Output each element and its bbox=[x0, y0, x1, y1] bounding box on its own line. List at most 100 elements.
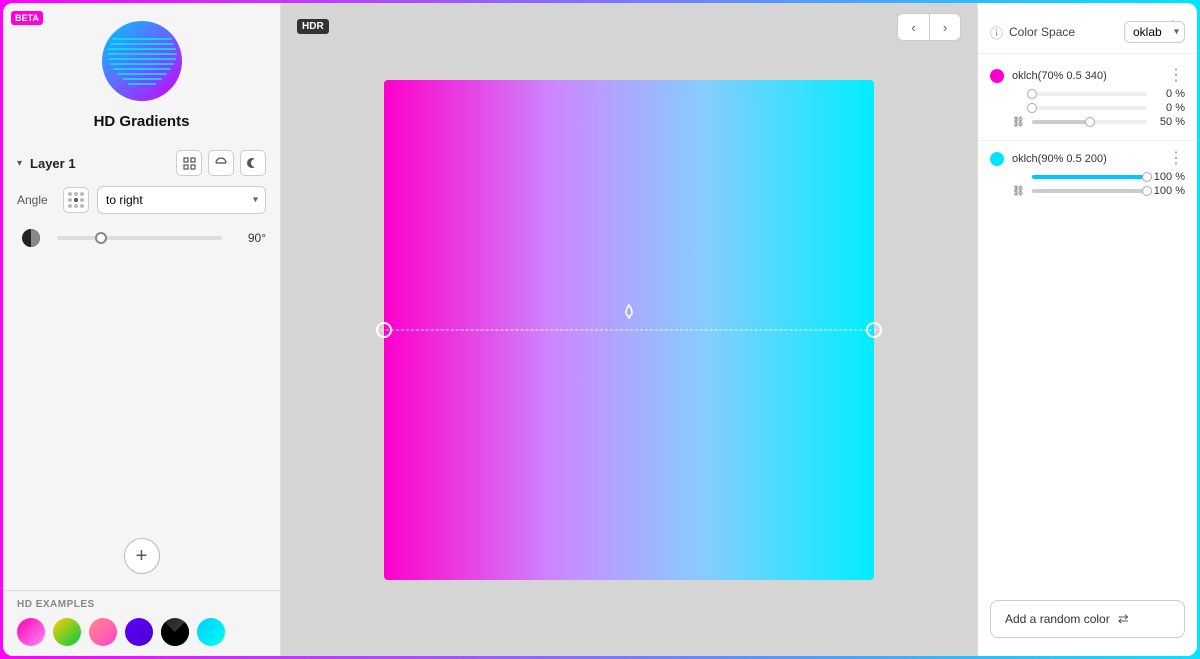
color-stop-1-value-1: 0 % bbox=[1153, 88, 1185, 100]
example-swatch-5[interactable] bbox=[161, 618, 189, 646]
layer-header: ▾ Layer 1 bbox=[17, 150, 266, 176]
color-stop-1-slider-1[interactable] bbox=[1032, 92, 1147, 96]
angle-label: Angle bbox=[17, 193, 55, 207]
angle-dot-grid[interactable] bbox=[63, 187, 89, 213]
example-swatch-4[interactable] bbox=[125, 618, 153, 646]
layer-icon-group bbox=[176, 150, 266, 176]
example-swatch-6[interactable] bbox=[197, 618, 225, 646]
color-stop-1-slider-3[interactable] bbox=[1032, 120, 1147, 124]
gradient-stop-right[interactable] bbox=[866, 322, 882, 338]
layer-half-circle-icon-btn[interactable] bbox=[208, 150, 234, 176]
angle-row: Angle to right bbox=[17, 186, 266, 214]
hd-examples-label: HD EXAMPLES bbox=[17, 599, 266, 610]
canvas-prev-button[interactable]: ‹ bbox=[897, 13, 929, 41]
color-stop-1: oklch(70% 0.5 340) ⋮ 0 % bbox=[978, 62, 1197, 136]
color-stop-1-slider-3-row: ⛓ 50 % bbox=[990, 116, 1185, 128]
spacer bbox=[978, 205, 1197, 584]
color-stop-2-value-1: 100 % bbox=[1153, 171, 1185, 183]
example-swatch-2[interactable] bbox=[53, 618, 81, 646]
shuffle-icon: ⇄ bbox=[1118, 611, 1129, 627]
logo-line bbox=[122, 78, 162, 80]
example-swatch-1[interactable] bbox=[17, 618, 45, 646]
color-stop-2-label[interactable]: oklch(90% 0.5 200) bbox=[1012, 153, 1160, 165]
dot bbox=[74, 198, 78, 202]
dot bbox=[74, 204, 78, 208]
slider-thumb bbox=[1142, 172, 1152, 182]
color-stop-2-slider-2[interactable] bbox=[1032, 189, 1147, 193]
layer-collapse-icon[interactable]: ▾ bbox=[17, 158, 22, 169]
midpoint-icon bbox=[618, 303, 640, 325]
angle-slider[interactable] bbox=[57, 236, 222, 240]
dot bbox=[80, 204, 84, 208]
dot bbox=[68, 192, 72, 196]
color-stop-2-header: oklch(90% 0.5 200) ⋮ bbox=[990, 151, 1185, 167]
logo-line bbox=[112, 38, 172, 40]
add-random-color-button[interactable]: Add a random color ⇄ bbox=[990, 600, 1185, 638]
dot bbox=[68, 198, 72, 202]
app-logo bbox=[102, 21, 182, 101]
slider-thumb bbox=[1027, 89, 1037, 99]
layer-grid-icon-btn[interactable] bbox=[176, 150, 202, 176]
color-stop-2-value-2: 100 % bbox=[1153, 185, 1185, 197]
right-panel: ⓘ Color Space oklab oklch hsl srgb ▾ okl… bbox=[977, 3, 1197, 656]
color-stop-1-more-button[interactable]: ⋮ bbox=[1168, 68, 1185, 84]
midpoint-handle[interactable] bbox=[618, 303, 640, 330]
app-title: HD Gradients bbox=[94, 113, 190, 130]
angle-value: 90° bbox=[234, 231, 266, 245]
logo-line bbox=[107, 53, 177, 55]
example-swatches bbox=[17, 618, 266, 646]
add-section: + bbox=[3, 268, 280, 590]
logo-line bbox=[108, 58, 176, 60]
color-stop-1-label[interactable]: oklch(70% 0.5 340) bbox=[1012, 70, 1160, 82]
slider-thumb bbox=[1142, 186, 1152, 196]
dot bbox=[68, 204, 72, 208]
canvas-next-button[interactable]: › bbox=[929, 13, 961, 41]
chain-link-icon: ⛓ bbox=[1012, 117, 1026, 128]
color-stop-1-value-2: 0 % bbox=[1153, 102, 1185, 114]
slider-thumb bbox=[1085, 117, 1095, 127]
pie-icon bbox=[20, 227, 42, 249]
hdr-badge: HDR bbox=[297, 19, 329, 34]
logo-line bbox=[117, 73, 167, 75]
color-space-select[interactable]: oklab oklch hsl srgb bbox=[1124, 21, 1185, 43]
slider-thumb bbox=[1027, 103, 1037, 113]
sidebar: BETA HD bbox=[3, 3, 281, 656]
color-stop-1-value-3: 50 % bbox=[1153, 116, 1185, 128]
layer-moon-icon-btn[interactable] bbox=[240, 150, 266, 176]
direction-select[interactable]: to right to left to top to bottom bbox=[97, 186, 266, 214]
canvas-nav-arrows: ‹ › bbox=[897, 13, 961, 41]
color-space-select-wrapper: oklab oklch hsl srgb ▾ bbox=[1124, 21, 1185, 43]
add-layer-button[interactable]: + bbox=[124, 538, 160, 574]
grid-icon bbox=[183, 157, 196, 170]
dot bbox=[80, 198, 84, 202]
info-icon: ⓘ bbox=[990, 23, 1003, 42]
stop-separator bbox=[978, 140, 1197, 141]
chain-link-icon-2: ⛓ bbox=[1012, 186, 1026, 197]
color-stop-1-header: oklch(70% 0.5 340) ⋮ bbox=[990, 68, 1185, 84]
color-stop-1-dot bbox=[990, 69, 1004, 83]
logo-line bbox=[108, 48, 176, 50]
color-stop-2-dot bbox=[990, 152, 1004, 166]
logo-line bbox=[110, 43, 174, 45]
logo-line bbox=[128, 83, 156, 85]
color-stop-1-slider-2[interactable] bbox=[1032, 106, 1147, 110]
gradient-stop-left[interactable] bbox=[376, 322, 392, 338]
color-stop-2-slider-2-row: ⛓ 100 % bbox=[990, 185, 1185, 197]
dot bbox=[80, 192, 84, 196]
logo-area: HD Gradients bbox=[3, 3, 280, 140]
slider-fill bbox=[1032, 120, 1090, 124]
main-canvas: HDR ‹ › bbox=[281, 3, 977, 656]
beta-badge: BETA bbox=[11, 11, 43, 25]
angle-slider-row: 90° bbox=[17, 224, 266, 252]
color-stop-2-more-button[interactable]: ⋮ bbox=[1168, 151, 1185, 167]
color-stop-2-slider-1[interactable] bbox=[1032, 175, 1147, 179]
slider-fill-cyan bbox=[1032, 175, 1147, 179]
logo-line bbox=[113, 68, 171, 70]
example-swatch-3[interactable] bbox=[89, 618, 117, 646]
color-space-label: Color Space bbox=[1009, 25, 1118, 39]
color-stop-2-slider-1-row: 100 % bbox=[990, 171, 1185, 183]
dot bbox=[74, 192, 78, 196]
half-circle-icon bbox=[214, 156, 228, 170]
angle-pie-icon bbox=[17, 224, 45, 252]
layer-title: Layer 1 bbox=[30, 156, 170, 171]
